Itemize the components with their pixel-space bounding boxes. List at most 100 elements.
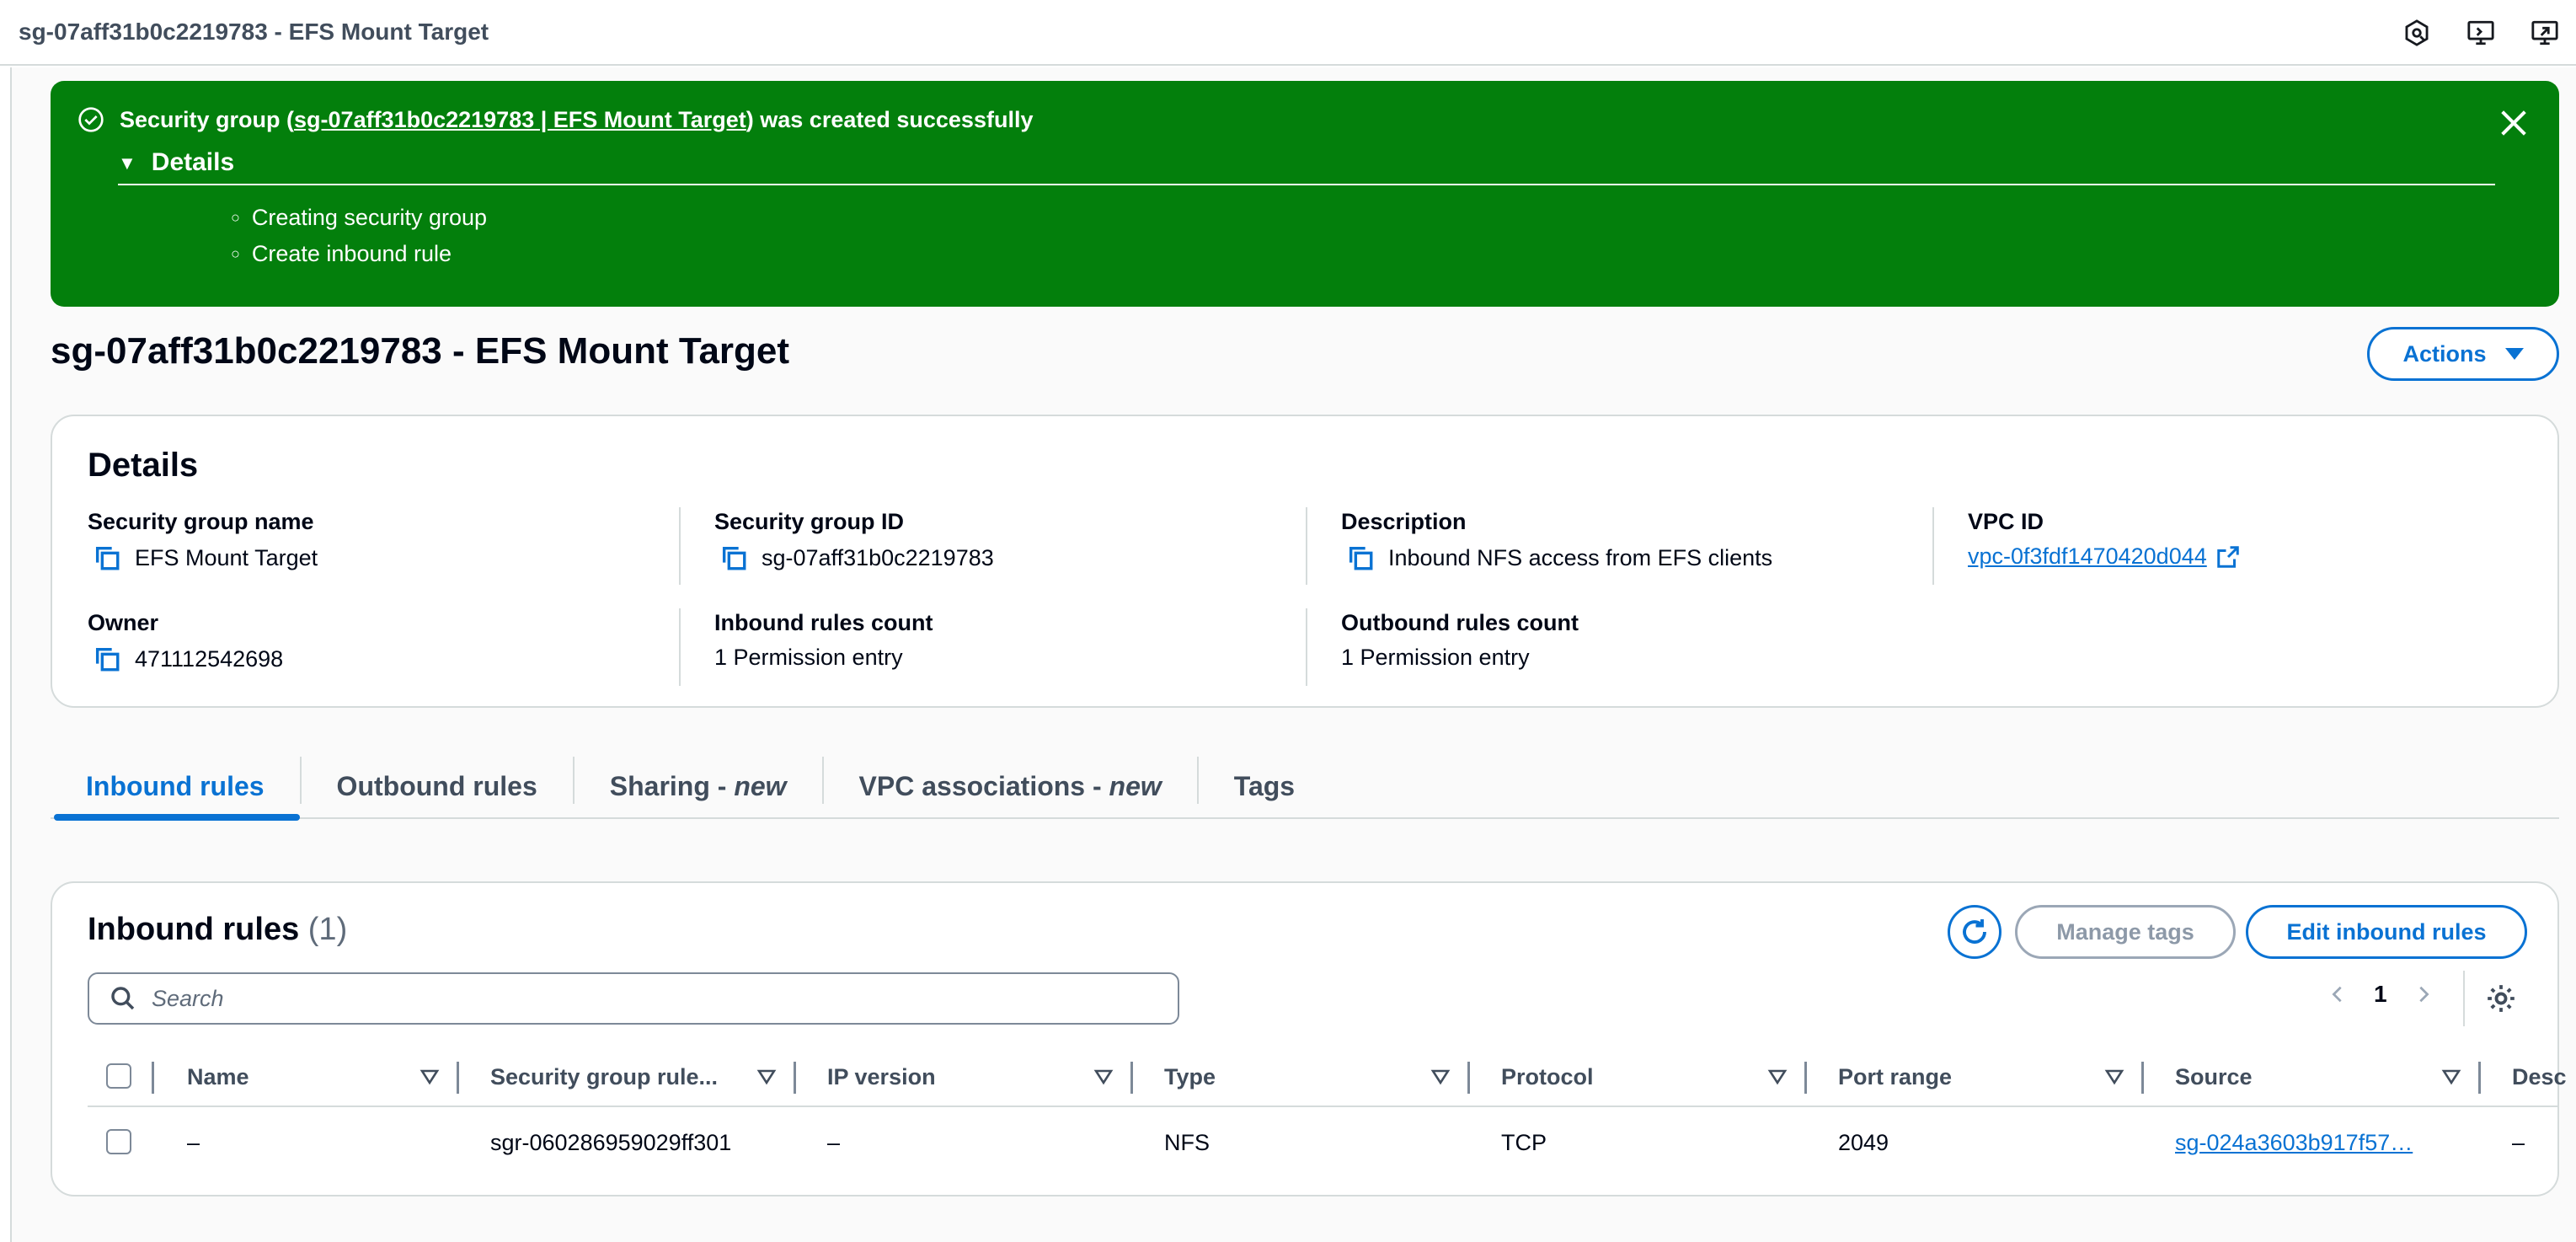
flash-sg-link[interactable]: sg-07aff31b0c2219783 | EFS Mount Target [294,107,746,133]
cell-protocol: TCP [1501,1129,1547,1155]
column-header[interactable]: IP version [827,1048,936,1105]
search-field[interactable] [88,972,1179,1025]
column-divider[interactable] [2478,1062,2481,1094]
copy-icon[interactable] [719,543,748,572]
column-divider[interactable] [794,1062,796,1094]
tab-sharing[interactable]: Sharing - new [575,753,822,819]
column-header[interactable]: Type [1164,1048,1216,1105]
field-label: VPC ID [1968,509,2044,534]
vpc-id-field: VPC ID vpc-0f3fdf1470420d044 [1968,509,2241,570]
cell-rule-id: sgr-060286959029ff301 [490,1129,732,1155]
column-divider[interactable] [457,1062,459,1094]
sg-name-field: Security group name EFS Mount Target [88,509,318,572]
description-field: Description Inbound NFS access from EFS … [1341,509,1772,572]
tab-vpc-associations[interactable]: VPC associations - new [824,753,1197,819]
external-link-icon[interactable] [2215,544,2241,570]
refresh-button[interactable] [1948,905,2001,959]
success-flash: Security group (sg-07aff31b0c2219783 | E… [51,81,2559,307]
tab-inbound-rules[interactable]: Inbound rules [51,753,300,821]
tab-label: VPC associations - [858,770,1109,801]
chevron-left-icon[interactable] [2328,985,2347,1004]
screen-share-icon[interactable] [2461,13,2500,52]
search-icon [111,987,135,1010]
column-header[interactable]: Security group rule... [490,1048,718,1105]
cell-name: – [187,1129,200,1155]
sort-icon[interactable] [2104,1068,2124,1085]
copy-icon[interactable] [93,543,121,572]
refresh-icon [1963,919,1986,944]
description-value: Inbound NFS access from EFS clients [1388,544,1773,570]
actions-button[interactable]: Actions [2367,327,2559,381]
cell-ip-version: – [827,1129,841,1155]
sg-id-field: Security group ID sg-07aff31b0c2219783 [714,509,994,572]
field-label: Owner [88,610,159,635]
sg-name-value: EFS Mount Target [135,544,318,570]
sort-icon[interactable] [420,1068,440,1085]
pager-divider [2463,971,2465,1026]
row-checkbox[interactable] [106,1129,131,1154]
outbound-count-field: Outbound rules count 1 Permission entry [1341,610,1579,671]
column-header[interactable]: Source [2175,1048,2253,1105]
cell-type: NFS [1164,1129,1210,1155]
column-divider [1306,608,1307,686]
search-input[interactable] [152,985,1078,1012]
new-badge: new [734,770,787,801]
column-header[interactable]: Port range [1838,1048,1952,1105]
sort-icon[interactable] [1767,1068,1788,1085]
column-divider[interactable] [1467,1062,1470,1094]
sort-icon[interactable] [756,1068,777,1085]
column-header[interactable]: Protocol [1501,1048,1594,1105]
hexagon-icon[interactable] [2397,13,2436,52]
vpc-id-link[interactable]: vpc-0f3fdf1470420d044 [1968,543,2207,570]
field-label: Inbound rules count [714,610,933,635]
left-divider [10,67,12,1242]
owner-field: Owner 471112542698 [88,610,283,673]
flash-details-item: Create inbound rule [231,237,487,273]
gear-icon[interactable] [2485,982,2517,1014]
rules-count: (1) [307,912,348,947]
tab-label: Outbound rules [336,770,537,801]
column-divider [679,507,681,585]
owner-value: 471112542698 [135,645,284,672]
flash-details-label: Details [151,148,235,176]
rules-title: Inbound rules [88,912,300,947]
cell-source-link[interactable]: sg-024a3603b917f57… [2175,1130,2413,1156]
sg-id-value: sg-07aff31b0c2219783 [762,544,994,570]
tab-label: Inbound rules [86,770,265,801]
actions-label: Actions [2402,340,2487,367]
page-title: sg-07aff31b0c2219783 - EFS Mount Target [51,330,790,372]
tab-outbound-rules[interactable]: Outbound rules [302,753,573,819]
chevron-right-icon[interactable] [2414,985,2433,1004]
column-divider[interactable] [2141,1062,2144,1094]
copy-icon[interactable] [93,645,121,673]
field-label: Description [1341,509,1467,534]
table-row[interactable]: – sgr-060286959029ff301 – NFS TCP 2049 s… [88,1109,2559,1176]
copy-icon[interactable] [1346,543,1375,572]
inbound-count-field: Inbound rules count 1 Permission entry [714,610,933,671]
field-label: Security group name [88,509,314,534]
select-all-checkbox[interactable] [106,1063,131,1089]
column-header[interactable]: Desc [2512,1048,2567,1105]
sort-icon[interactable] [1430,1068,1451,1085]
column-divider[interactable] [1130,1062,1133,1094]
flash-details-toggle[interactable]: ▼ Details [118,148,2495,185]
caret-down-icon: ▼ [118,153,136,174]
column-header[interactable]: Name [187,1048,249,1105]
caret-down-icon [2504,348,2524,360]
flash-details-list: Creating security group Create inbound r… [231,201,487,273]
close-icon[interactable] [2497,106,2531,140]
edit-inbound-rules-button[interactable]: Edit inbound rules [2246,905,2527,959]
manage-tags-button[interactable]: Manage tags [2015,905,2236,959]
monitor-arrow-icon[interactable] [2525,13,2564,52]
column-divider [152,1062,154,1094]
page-number[interactable]: 1 [2374,981,2387,1008]
pagination: 1 [2328,981,2433,1008]
outbound-count-value: 1 Permission entry [1341,645,1530,670]
tab-tags[interactable]: Tags [1199,753,1330,819]
sort-icon[interactable] [1093,1068,1114,1085]
column-divider[interactable] [1804,1062,1807,1094]
check-circle-icon [78,107,104,132]
inbound-count-value: 1 Permission entry [714,645,903,670]
flash-header: Security group (sg-07aff31b0c2219783 | E… [77,106,1033,133]
sort-icon[interactable] [2441,1068,2461,1085]
